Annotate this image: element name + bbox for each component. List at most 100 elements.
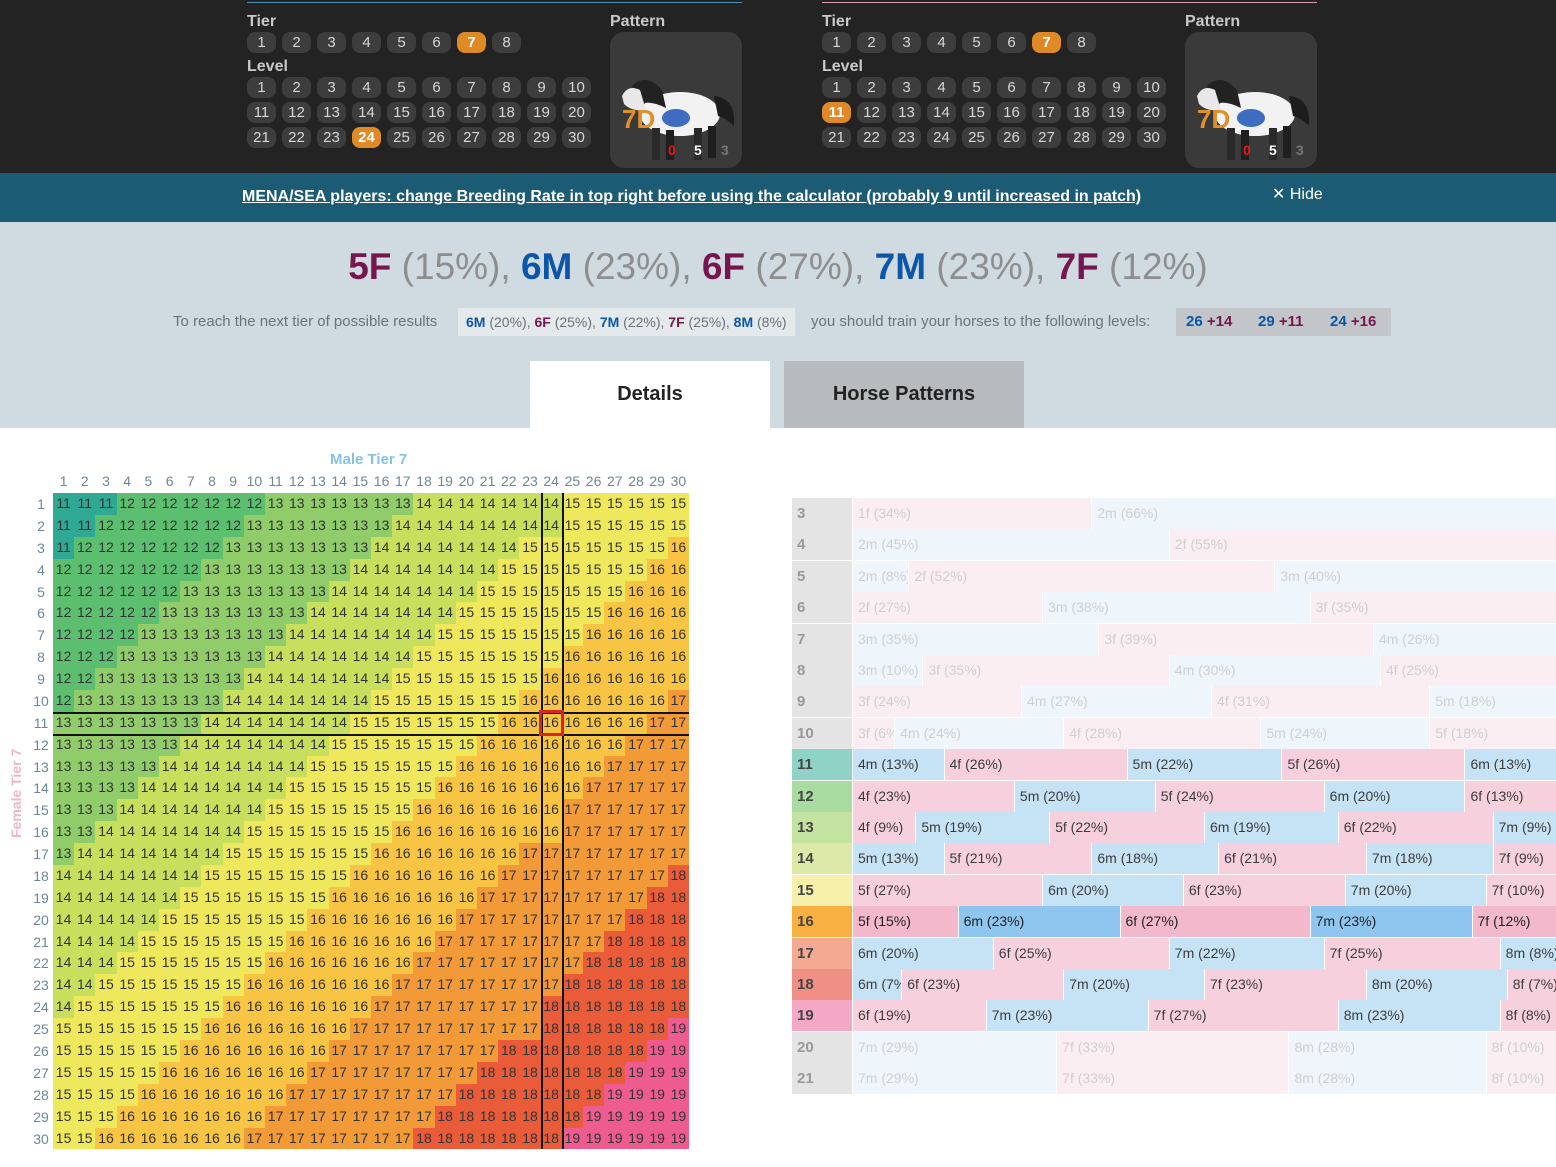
grid-cell[interactable]: 18 (498, 1105, 520, 1128)
grid-cell[interactable]: 16 (286, 996, 308, 1019)
grid-cell[interactable]: 15 (519, 646, 541, 669)
grid-cell[interactable]: 12 (74, 580, 96, 603)
grid-cell[interactable]: 14 (307, 602, 329, 625)
grid-cell[interactable]: 18 (498, 1061, 520, 1084)
grid-cell[interactable]: 16 (540, 799, 562, 822)
grid-cell[interactable]: 14 (286, 668, 308, 690)
grid-cell[interactable]: 13 (349, 493, 371, 515)
grid-cell[interactable]: 14 (116, 843, 138, 865)
grid-cell[interactable]: 18 (667, 930, 689, 953)
level-option-25[interactable]: 25 (962, 127, 991, 148)
grid-cell[interactable]: 15 (286, 864, 308, 887)
grid-cell[interactable]: 18 (519, 1105, 541, 1128)
grid-cell[interactable]: 16 (498, 843, 520, 865)
grid-cell[interactable]: 17 (625, 799, 647, 822)
grid-cell[interactable]: 15 (137, 930, 159, 953)
grid-cell[interactable]: 16 (243, 1105, 265, 1128)
grid-cell[interactable]: 16 (159, 1061, 181, 1084)
grid-cell[interactable]: 16 (625, 602, 647, 625)
grid-cell[interactable]: 14 (371, 602, 393, 625)
grid-cell[interactable]: 13 (116, 646, 138, 669)
grid-cell[interactable]: 17 (477, 930, 499, 953)
grid-cell[interactable]: 12 (180, 536, 202, 559)
grid-cell[interactable]: 13 (307, 514, 329, 537)
grid-cell[interactable]: 18 (477, 1105, 499, 1128)
grid-cell[interactable]: 16 (222, 1127, 244, 1150)
grid-cell[interactable]: 17 (243, 1127, 265, 1150)
grid-cell[interactable]: 15 (561, 514, 583, 537)
grid-cell[interactable]: 15 (477, 580, 499, 603)
grid-cell[interactable]: 15 (307, 777, 329, 800)
grid-cell[interactable]: 12 (53, 668, 75, 690)
grid-cell[interactable]: 11 (53, 536, 75, 559)
grid-cell[interactable]: 16 (540, 689, 562, 712)
grid-cell[interactable]: 16 (540, 777, 562, 800)
grid-cell[interactable]: 17 (434, 952, 456, 975)
grid-cell[interactable]: 16 (477, 755, 499, 778)
chart-row-tier-13[interactable]: 13 4f (9%) 5m (19%) 5f (22%) 6m (19%) 6f (22%… (792, 812, 1556, 843)
grid-cell[interactable]: 16 (477, 733, 499, 756)
grid-cell[interactable]: 16 (349, 864, 371, 887)
grid-cell[interactable]: 16 (561, 689, 583, 712)
grid-cell[interactable]: 17 (625, 821, 647, 844)
grid-cell[interactable]: 17 (519, 952, 541, 975)
grid-cell[interactable]: 15 (307, 799, 329, 822)
grid-cell[interactable]: 15 (53, 1127, 75, 1150)
grid-cell[interactable]: 17 (434, 930, 456, 953)
grid-cell[interactable]: 12 (95, 580, 117, 603)
grid-cell[interactable]: 18 (646, 886, 668, 909)
grid-cell[interactable]: 14 (53, 864, 75, 887)
grid-cell[interactable]: 17 (392, 996, 414, 1019)
grid-cell[interactable]: 16 (371, 886, 393, 909)
grid-cell[interactable]: 13 (53, 821, 75, 844)
grid-cell[interactable]: 15 (328, 777, 350, 800)
grid-cell[interactable]: 16 (201, 1105, 223, 1128)
grid-cell[interactable]: 15 (392, 689, 414, 712)
grid-cell[interactable]: 18 (604, 952, 626, 975)
grid-cell[interactable]: 18 (604, 1040, 626, 1062)
grid-cell[interactable]: 15 (434, 668, 456, 690)
grid-cell[interactable]: 17 (498, 908, 520, 931)
grid-cell[interactable]: 15 (74, 1083, 96, 1106)
chart-row-tier-3[interactable]: 3 1f (34%) 2m (66%) (792, 498, 1556, 529)
grid-cell[interactable]: 17 (583, 777, 605, 800)
level-option-24[interactable]: 24 (927, 127, 956, 148)
grid-cell[interactable]: 15 (477, 668, 499, 690)
grid-cell[interactable]: 13 (159, 711, 181, 734)
level-option-17[interactable]: 17 (457, 102, 486, 123)
grid-cell[interactable]: 16 (180, 1040, 202, 1062)
grid-cell[interactable]: 18 (625, 996, 647, 1019)
grid-cell[interactable]: 16 (307, 1040, 329, 1062)
grid-cell[interactable]: 17 (625, 864, 647, 887)
grid-cell[interactable]: 16 (201, 1061, 223, 1084)
grid-cell[interactable]: 16 (519, 755, 541, 778)
grid-cell[interactable]: 14 (116, 908, 138, 931)
grid-cell[interactable]: 17 (583, 886, 605, 909)
grid-cell[interactable]: 17 (646, 821, 668, 844)
tier-option-7[interactable]: 7 (1032, 32, 1061, 53)
grid-cell[interactable]: 13 (95, 799, 117, 822)
grid-cell[interactable]: 15 (265, 908, 287, 931)
grid-cell[interactable]: 15 (137, 952, 159, 975)
grid-cell[interactable]: 13 (137, 733, 159, 756)
grid-cell[interactable]: 17 (371, 1105, 393, 1128)
grid-cell[interactable]: 13 (222, 580, 244, 603)
grid-cell[interactable]: 17 (583, 821, 605, 844)
grid-cell[interactable]: 18 (561, 1083, 583, 1106)
grid-cell[interactable]: 16 (625, 646, 647, 669)
grid-cell[interactable]: 14 (95, 930, 117, 953)
level-option-8[interactable]: 8 (1067, 77, 1096, 98)
grid-cell[interactable]: 15 (371, 711, 393, 734)
grid-cell[interactable]: 15 (561, 602, 583, 625)
grid-cell[interactable]: 15 (604, 514, 626, 537)
grid-cell[interactable]: 15 (95, 1083, 117, 1106)
grid-cell[interactable]: 14 (328, 711, 350, 734)
grid-cell[interactable]: 19 (646, 1061, 668, 1084)
grid-cell[interactable]: 15 (201, 886, 223, 909)
chart-row-tier-15[interactable]: 15 5f (27%) 6m (20%) 6f (23%) 7m (20%) 7f (10… (792, 874, 1556, 906)
grid-cell[interactable]: 14 (328, 624, 350, 647)
grid-cell[interactable]: 14 (265, 777, 287, 800)
grid-cell[interactable]: 18 (519, 1083, 541, 1106)
grid-cell[interactable]: 17 (307, 1127, 329, 1150)
grid-cell[interactable]: 14 (286, 646, 308, 669)
